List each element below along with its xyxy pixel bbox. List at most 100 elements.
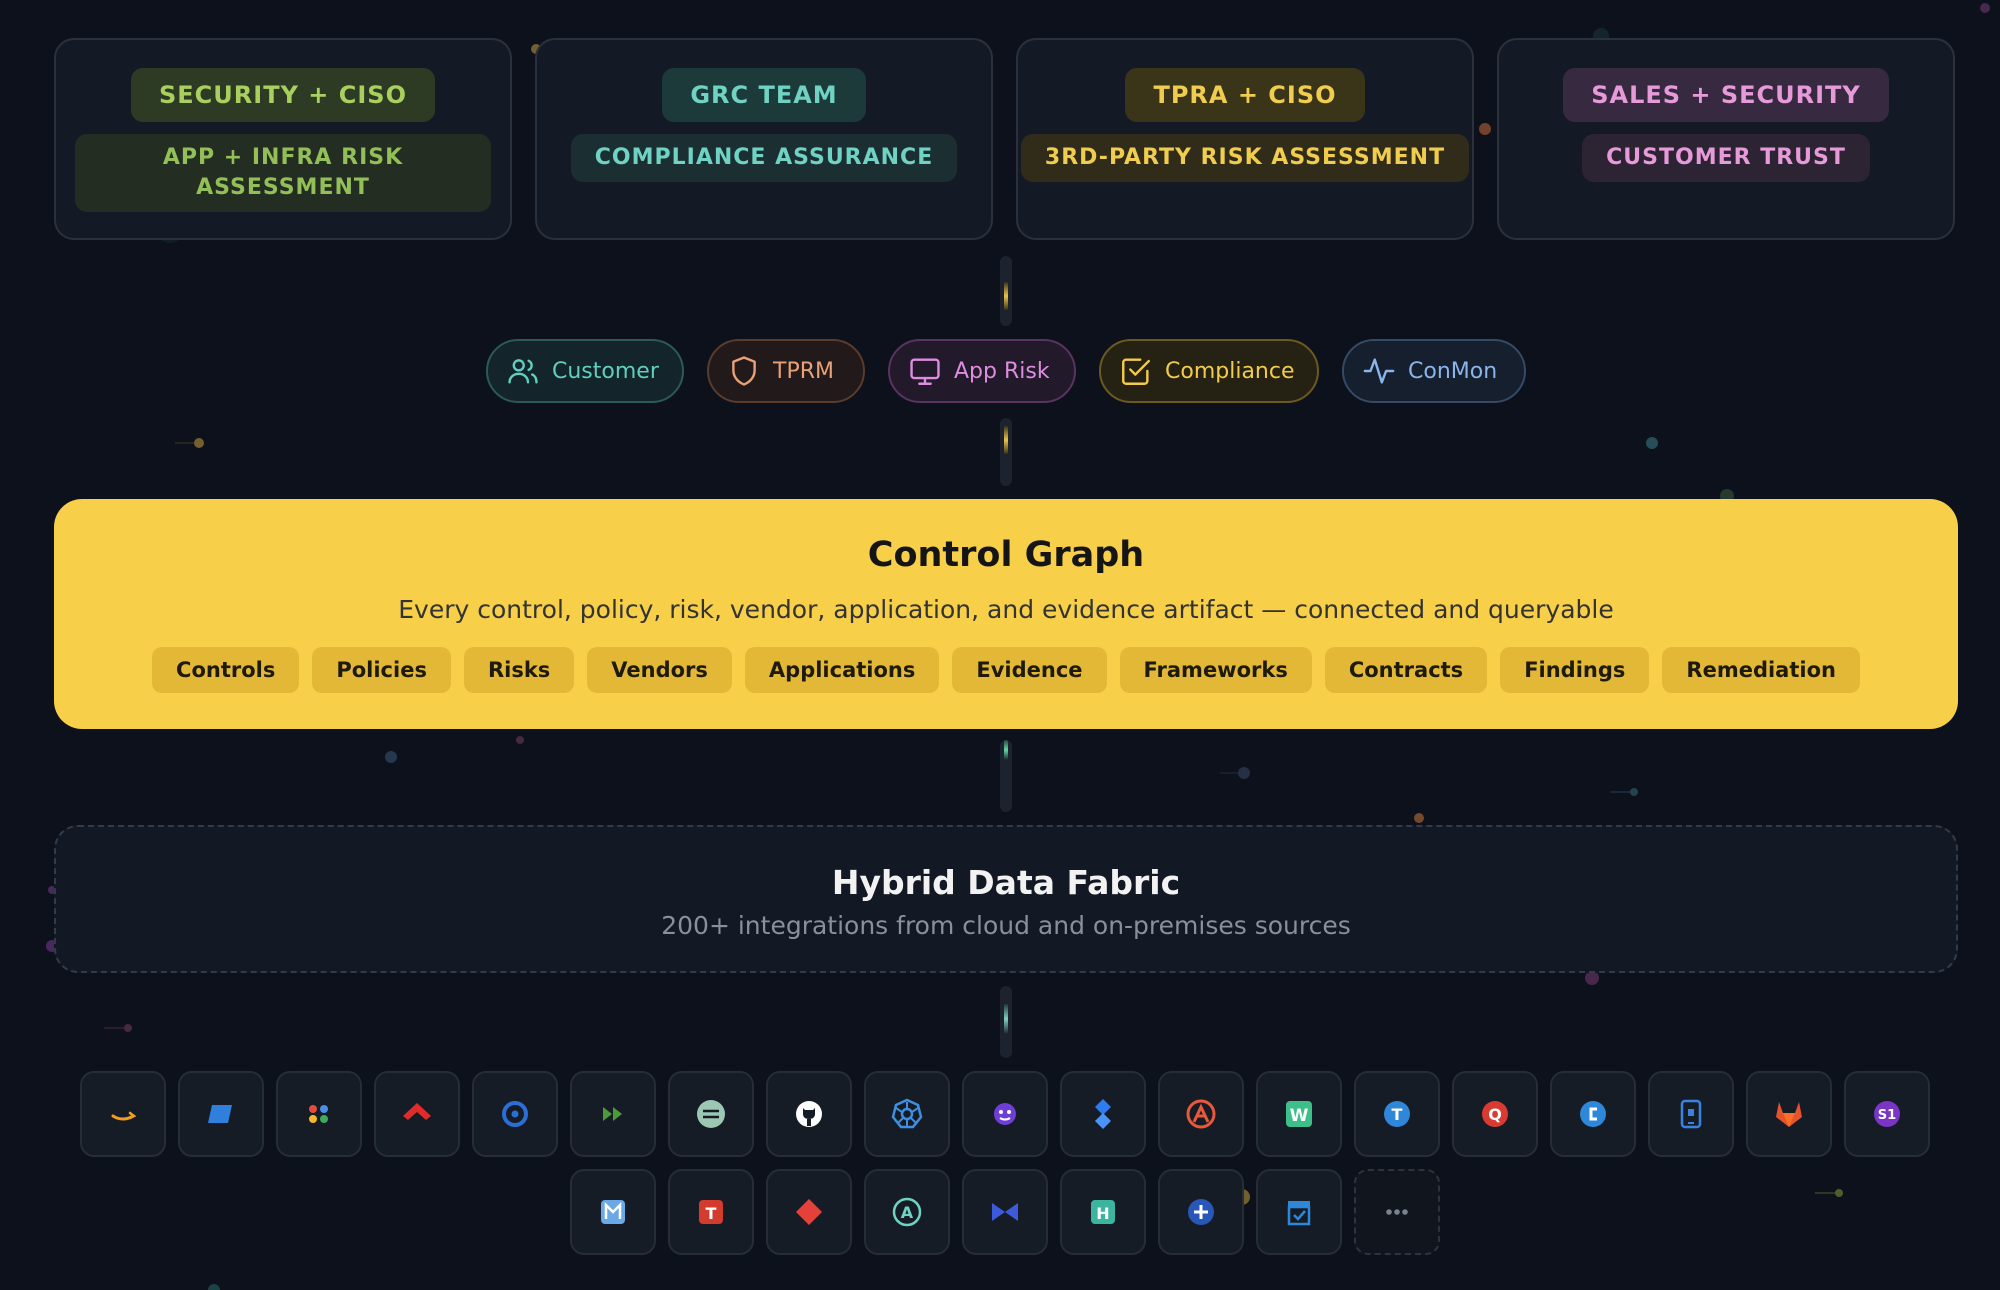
graph-tag-policies[interactable]: Policies bbox=[312, 647, 451, 693]
integration-github[interactable] bbox=[766, 1071, 852, 1157]
jira-icon bbox=[1095, 1099, 1111, 1129]
integration-jira[interactable] bbox=[1060, 1071, 1146, 1157]
integration-google-cloud[interactable] bbox=[276, 1071, 362, 1157]
integration-mascot[interactable] bbox=[962, 1071, 1048, 1157]
integration-sentinelone[interactable]: S1 bbox=[1844, 1071, 1930, 1157]
control-graph-title: Control Graph bbox=[867, 535, 1145, 575]
team-row: SECURITY + CISO APP + INFRA RISK ASSESSM… bbox=[54, 38, 1958, 242]
team-card-security-ciso: SECURITY + CISO APP + INFRA RISK ASSESSM… bbox=[54, 38, 512, 240]
integration-equals[interactable] bbox=[668, 1071, 754, 1157]
okta-icon bbox=[502, 1101, 528, 1127]
svg-text:S1: S1 bbox=[1878, 1108, 1896, 1123]
integration-h[interactable]: H bbox=[1060, 1169, 1146, 1255]
mascot-icon bbox=[994, 1103, 1016, 1125]
use-case-compliance[interactable]: Compliance bbox=[1099, 339, 1319, 403]
tablet-icon bbox=[1680, 1099, 1702, 1129]
integration-tablet[interactable] bbox=[1648, 1071, 1734, 1157]
aws-icon bbox=[111, 1111, 137, 1121]
team-focus-label: APP + INFRA RISK ASSESSMENT bbox=[75, 134, 491, 212]
connector-usecases-graph bbox=[1000, 418, 1012, 486]
w-icon: W bbox=[1286, 1101, 1312, 1127]
integration-fastforward[interactable] bbox=[570, 1071, 656, 1157]
integration-t[interactable]: T bbox=[1354, 1071, 1440, 1157]
diamond-icon bbox=[796, 1199, 822, 1225]
graph-tag-remediation[interactable]: Remediation bbox=[1662, 647, 1860, 693]
plus-circle-icon bbox=[1188, 1199, 1214, 1225]
integration-plus[interactable] bbox=[1158, 1169, 1244, 1255]
team-focus-label: COMPLIANCE ASSURANCE bbox=[570, 134, 958, 182]
svg-text:A: A bbox=[901, 1203, 914, 1222]
team-card-tpra-ciso: TPRA + CISO 3RD-PARTY RISK ASSESSMENT bbox=[1016, 38, 1474, 240]
data-fabric-title: Hybrid Data Fabric bbox=[831, 863, 1181, 902]
gitlab-icon bbox=[1776, 1102, 1802, 1127]
s1-icon: S1 bbox=[1874, 1101, 1900, 1127]
use-case-conmon[interactable]: ConMon bbox=[1342, 339, 1526, 403]
use-case-label: Compliance bbox=[1165, 358, 1295, 384]
svg-text:T: T bbox=[1392, 1105, 1403, 1124]
t-circle-icon: T bbox=[1384, 1101, 1410, 1127]
use-case-customer[interactable]: Customer bbox=[486, 339, 684, 403]
integration-a[interactable]: A bbox=[864, 1169, 950, 1255]
team-owner-label: GRC TEAM bbox=[662, 68, 866, 122]
connector-fabric-integrations bbox=[1000, 986, 1012, 1058]
integration-diamond[interactable] bbox=[766, 1169, 852, 1255]
fastforward-icon bbox=[603, 1107, 622, 1121]
integration-gitlab[interactable] bbox=[1746, 1071, 1832, 1157]
team-card-grc: GRC TEAM COMPLIANCE ASSURANCE bbox=[535, 38, 993, 240]
integration-m[interactable] bbox=[570, 1169, 656, 1255]
integration-azure[interactable] bbox=[178, 1071, 264, 1157]
use-case-label: App Risk bbox=[954, 358, 1050, 384]
connector-teams-usecases bbox=[1000, 256, 1012, 326]
graph-tag-risks[interactable]: Risks bbox=[463, 647, 575, 693]
integration-t2[interactable]: T bbox=[668, 1169, 754, 1255]
google-cloud-icon bbox=[309, 1105, 328, 1123]
data-fabric-subtitle: 200+ integrations from cloud and on-prem… bbox=[661, 911, 1351, 940]
m-square-icon bbox=[601, 1200, 625, 1224]
integration-aws[interactable] bbox=[80, 1071, 166, 1157]
graph-tag-applications[interactable]: Applications bbox=[744, 647, 940, 693]
connector-graph-fabric bbox=[1000, 740, 1012, 812]
users-icon bbox=[508, 359, 538, 384]
integration-q[interactable]: Q bbox=[1452, 1071, 1538, 1157]
integration-okta[interactable] bbox=[472, 1071, 558, 1157]
svg-text:T: T bbox=[706, 1204, 717, 1223]
t-square-icon: T bbox=[699, 1200, 723, 1224]
integration-apex[interactable] bbox=[1158, 1071, 1244, 1157]
graph-tag-contracts[interactable]: Contracts bbox=[1324, 647, 1488, 693]
a-circle-icon: A bbox=[892, 1197, 922, 1227]
graph-tag-vendors[interactable]: Vendors bbox=[587, 647, 732, 693]
shield-icon bbox=[732, 356, 756, 386]
use-case-label: TPRM bbox=[773, 358, 834, 384]
integration-bowtie[interactable] bbox=[962, 1169, 1048, 1255]
bowtie-icon bbox=[992, 1203, 1018, 1221]
integration-w[interactable]: W bbox=[1256, 1071, 1342, 1157]
h-square-icon: H bbox=[1091, 1200, 1115, 1224]
graph-tag-evidence[interactable]: Evidence bbox=[952, 647, 1107, 693]
use-case-tprm[interactable]: TPRM bbox=[707, 339, 865, 403]
graph-tag-frameworks[interactable]: Frameworks bbox=[1119, 647, 1312, 693]
control-graph-tags: Controls Policies Risks Vendors Applicat… bbox=[54, 647, 1958, 693]
graph-tag-findings[interactable]: Findings bbox=[1500, 647, 1650, 693]
team-card-sales-security: SALES + SECURITY CUSTOMER TRUST bbox=[1497, 38, 1955, 240]
use-case-label: Customer bbox=[552, 358, 659, 384]
azure-icon bbox=[208, 1105, 232, 1123]
data-fabric-panel: Hybrid Data Fabric 200+ integrations fro… bbox=[54, 825, 1958, 973]
integration-kubernetes[interactable] bbox=[864, 1071, 950, 1157]
integration-c[interactable] bbox=[1550, 1071, 1636, 1157]
kubernetes-icon bbox=[891, 1098, 923, 1129]
graph-tag-controls[interactable]: Controls bbox=[152, 647, 300, 693]
integration-crowdstrike[interactable] bbox=[374, 1071, 460, 1157]
use-case-app-risk[interactable]: App Risk bbox=[888, 339, 1076, 403]
check-square-icon bbox=[1122, 358, 1150, 385]
integration-more[interactable] bbox=[1354, 1169, 1440, 1255]
equals-circle-icon bbox=[697, 1100, 725, 1128]
svg-text:W: W bbox=[1290, 1106, 1309, 1126]
q-icon: Q bbox=[1482, 1101, 1508, 1127]
integration-calendar[interactable] bbox=[1256, 1169, 1342, 1255]
github-icon bbox=[796, 1101, 822, 1127]
control-graph-subtitle: Every control, policy, risk, vendor, app… bbox=[398, 595, 1614, 624]
monitor-icon bbox=[910, 358, 940, 385]
more-icon bbox=[1386, 1209, 1408, 1215]
apex-icon bbox=[1186, 1099, 1216, 1129]
control-graph-panel: Control Graph Every control, policy, ris… bbox=[54, 499, 1958, 729]
